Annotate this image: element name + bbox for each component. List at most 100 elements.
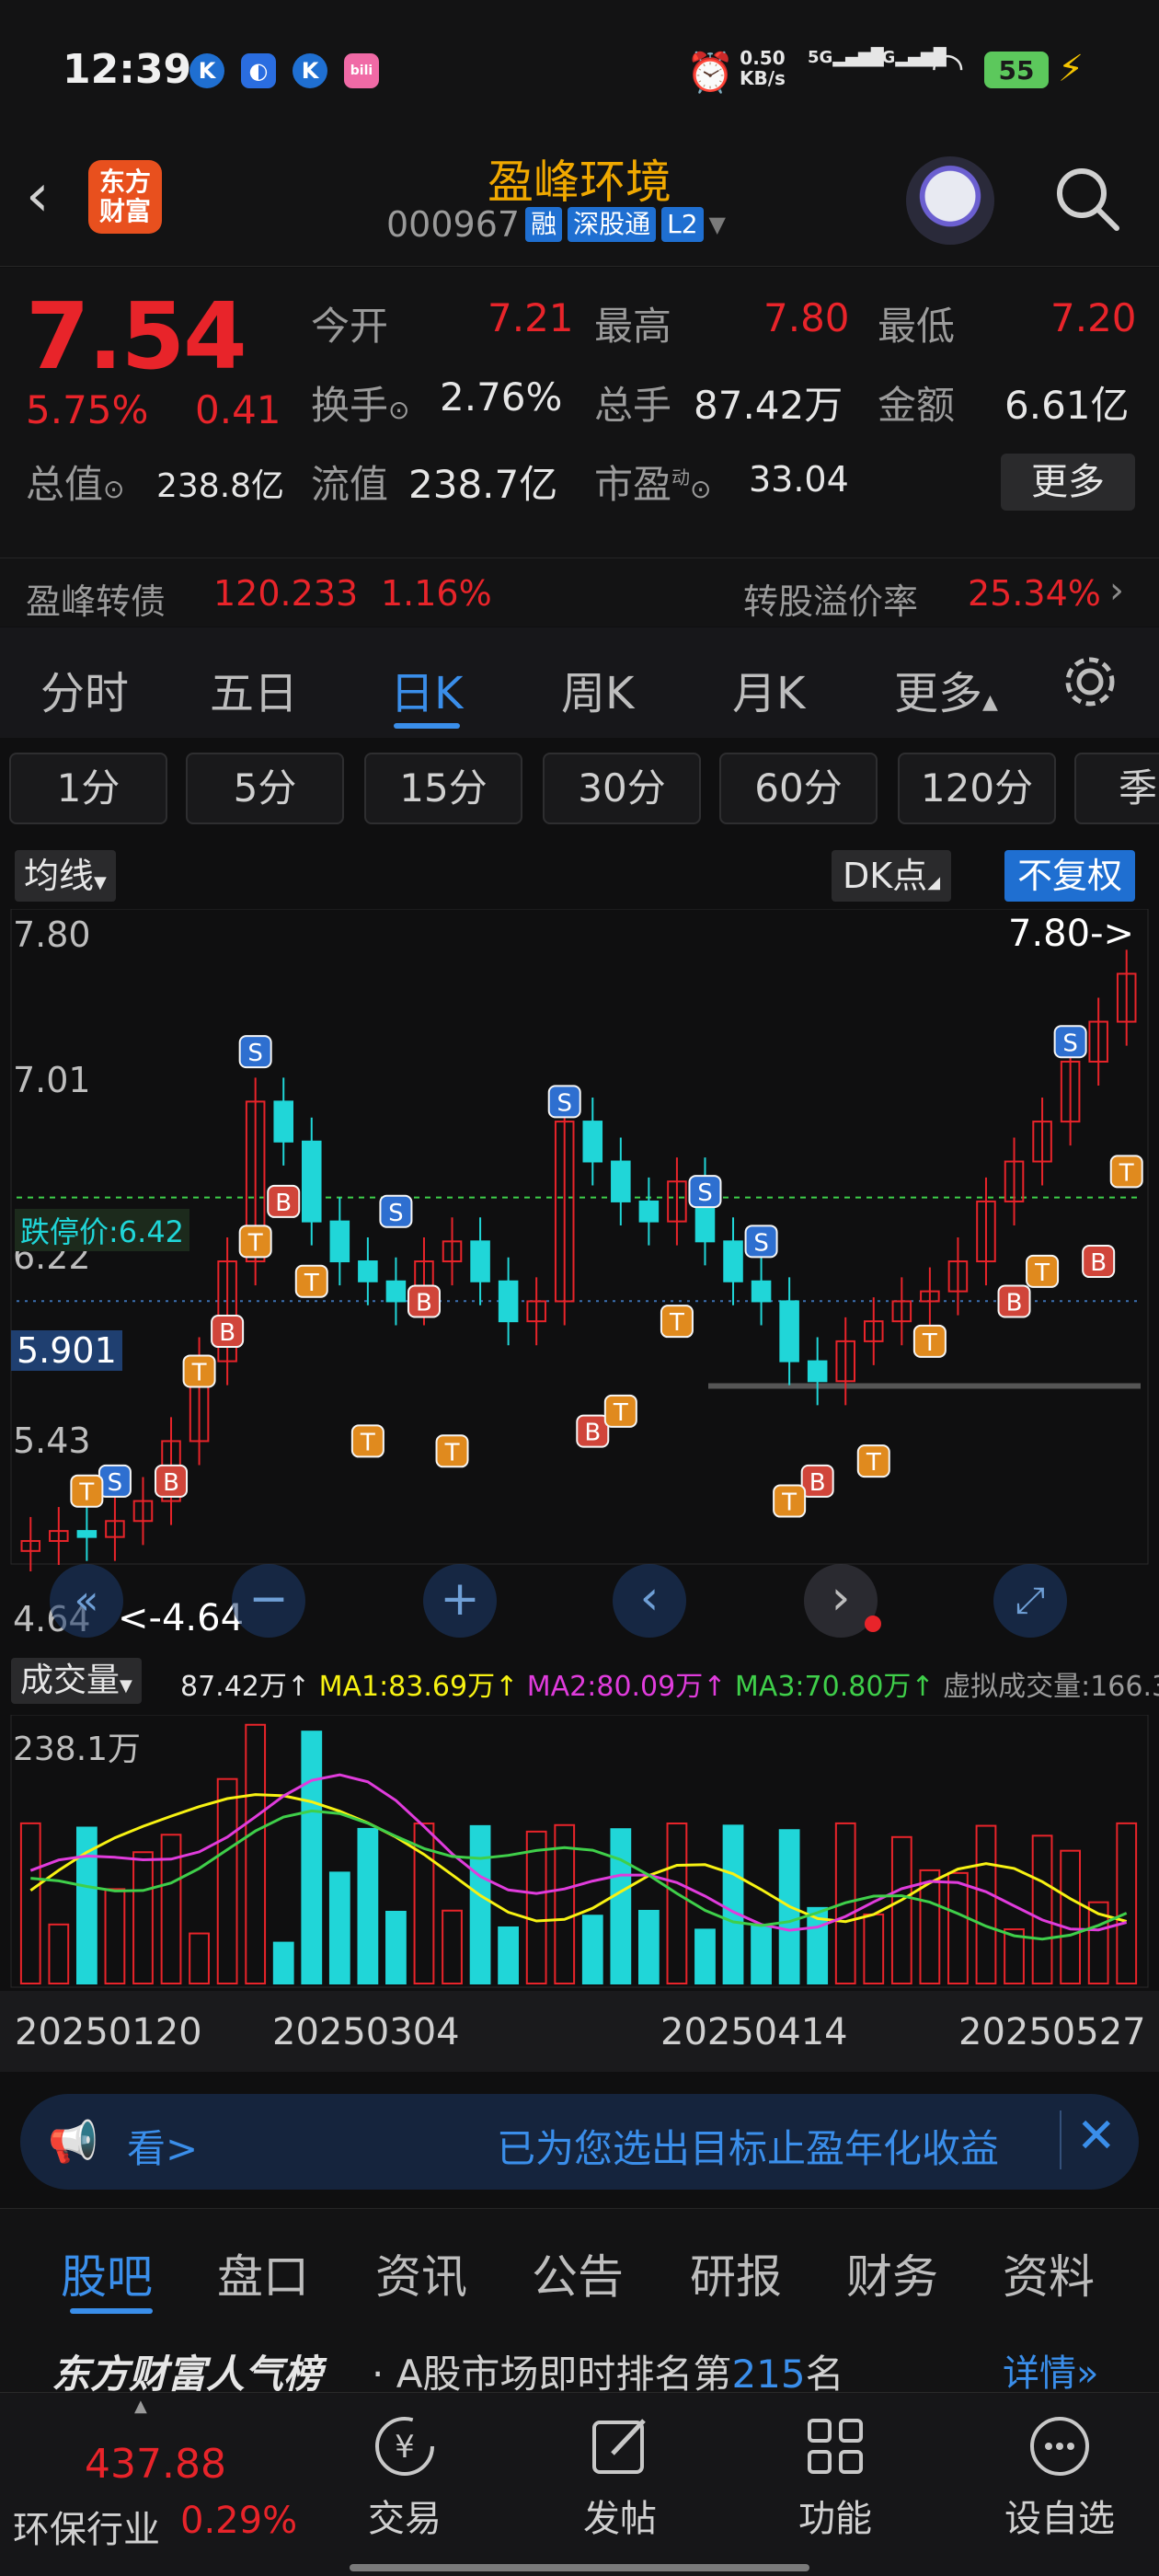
mktcap-label[interactable]: 总值⊙ — [26, 454, 124, 510]
high-value: 7.80 — [763, 295, 850, 340]
volume-bar — [722, 1824, 744, 1984]
ranking-text: · A股市场即时排名第215名 — [372, 2352, 844, 2397]
premium-label: 转股溢价率 — [743, 581, 919, 622]
tab-weekly-k[interactable]: 周K — [561, 657, 634, 721]
ma-dropdown[interactable]: 均线▼ — [15, 850, 116, 902]
candle — [301, 1140, 322, 1223]
ma3-legend: MA3:70.80万 — [734, 1671, 912, 1703]
candle — [807, 1360, 828, 1383]
edit-icon — [592, 2419, 646, 2474]
signal-marker-s: S — [98, 1464, 132, 1498]
stock-code-line[interactable]: 000967 融 深股通 L2 ▼ — [386, 204, 726, 245]
tab-news[interactable]: 资讯 — [375, 2240, 467, 2306]
dk-dropdown[interactable]: DK点◢ — [832, 850, 952, 902]
tab-60min[interactable]: 60分 — [719, 753, 878, 824]
convertible-bond-row[interactable]: 盈峰转债 120.233 1.16% 转股溢价率 25.34% › — [0, 558, 1159, 627]
candle — [498, 1280, 519, 1323]
gear-icon[interactable] — [1060, 651, 1120, 712]
fullscreen-icon[interactable]: ⤢ — [993, 1564, 1067, 1638]
svg-text:S: S — [697, 1179, 713, 1207]
tab-forum[interactable]: 股吧 — [61, 2240, 153, 2306]
signal-marker-t: T — [603, 1394, 637, 1428]
signal-marker-b: B — [576, 1414, 610, 1448]
more-button[interactable]: 更多 — [1001, 454, 1135, 511]
tab-15min[interactable]: 15分 — [364, 753, 522, 824]
signal-marker-s: S — [688, 1175, 722, 1209]
pe-label[interactable]: 市盈动⊙ — [594, 454, 711, 510]
tab-30min[interactable]: 30分 — [543, 753, 701, 824]
ranking-detail-link[interactable]: 详情» — [1003, 2343, 1098, 2397]
search-icon[interactable] — [1050, 162, 1124, 236]
wifi-icon: ◠ — [931, 44, 965, 89]
tab-more[interactable]: 更多▲ — [894, 657, 998, 721]
svg-text:T: T — [866, 1449, 881, 1477]
volume-panel[interactable]: 成交量▼ 87.42万↑ MA1:83.69万↑ MA2:80.09万↑ MA3… — [0, 1649, 1159, 2081]
tab-announcements[interactable]: 公告 — [532, 2240, 624, 2306]
tab-quarter[interactable]: 季 — [1074, 753, 1159, 824]
zoom-out-icon[interactable]: − — [232, 1564, 305, 1638]
tab-five-day[interactable]: 五日 — [210, 657, 298, 721]
nav-post[interactable]: 发帖 — [556, 2411, 684, 2542]
ma2-legend: MA2:80.09万 — [526, 1671, 704, 1703]
turnover-label[interactable]: 换手⊙ — [311, 374, 409, 431]
tab-5min[interactable]: 5分 — [186, 753, 344, 824]
volume-bar — [385, 1910, 407, 1984]
date-label-2: 20250414 — [660, 2011, 848, 2053]
signal-marker-t: T — [238, 1225, 272, 1259]
tab-1min[interactable]: 1分 — [9, 753, 167, 824]
candle — [611, 1160, 631, 1202]
zoom-in-icon[interactable]: + — [423, 1564, 497, 1638]
kline-chart[interactable]: 均线▼ DK点◢ 不复权 SSSSSSSBBBBBBBBTTTTTTTTTTTT… — [0, 839, 1159, 1649]
mktcap-value: 238.8亿 — [156, 467, 285, 505]
assistant-robot-icon[interactable] — [906, 156, 994, 245]
content-tabs: 股吧 盘口 资讯 公告 研报 财务 资料 — [0, 2208, 1159, 2323]
float-label: 流值 — [311, 462, 389, 507]
signal-marker-t: T — [294, 1264, 328, 1298]
volume-bar — [357, 1827, 379, 1984]
virtual-volume: 虚拟成交量:166.3万 — [943, 1671, 1159, 1703]
volume-bar — [1116, 1822, 1138, 1985]
tab-finance[interactable]: 财务 — [846, 2240, 938, 2306]
signal-marker-s: S — [379, 1194, 413, 1228]
sector-pct: 0.29% — [180, 2500, 298, 2542]
tab-monthly-k[interactable]: 月K — [732, 657, 805, 721]
dropdown-icon: ▼ — [708, 212, 726, 237]
svg-text:T: T — [1119, 1159, 1134, 1187]
close-icon[interactable]: ✕ — [1076, 2109, 1117, 2164]
tab-profile[interactable]: 资料 — [1003, 2240, 1095, 2306]
date-axis: 20250120 20250304 20250414 20250527 — [0, 1991, 1159, 2072]
volume-bar — [581, 1915, 603, 1984]
date-label-1: 20250304 — [272, 2011, 460, 2053]
adjust-button[interactable]: 不复权 — [1004, 850, 1136, 902]
nav-set-watchlist[interactable]: 设自选 — [986, 2411, 1133, 2542]
volume-value: 87.42万 — [694, 383, 843, 428]
tab-daily-k[interactable]: 日K — [390, 657, 463, 721]
volume-bar — [498, 1926, 520, 1985]
status-bar: 12:39 K ◐ K bili ⏰ 0.50 KB/s 5G▂▄▆█ 5G▂▄▆… — [0, 0, 1159, 138]
banner-look[interactable]: 看> — [127, 2118, 198, 2174]
candle — [751, 1280, 772, 1303]
signal-marker-t: T — [660, 1305, 694, 1339]
amount-label: 金额 — [878, 383, 956, 428]
low-value: 7.20 — [1050, 295, 1137, 340]
sector-name[interactable]: 环保行业 — [13, 2500, 160, 2553]
popularity-ranking[interactable]: 东方财富人气榜 · A股市场即时排名第215名 详情» — [0, 2323, 1159, 2397]
expand-up-icon[interactable]: ▲ — [134, 2397, 147, 2416]
volume-max-label: 238.1万 — [13, 1731, 142, 1768]
rewind-icon[interactable]: « — [50, 1564, 123, 1638]
scroll-left-icon[interactable]: ‹ — [613, 1564, 686, 1638]
volume-label: 总手 — [594, 383, 672, 428]
tab-120min[interactable]: 120分 — [898, 753, 1056, 824]
promo-banner[interactable]: 📢 看> 已为您选出目标止盈年化收益 ✕ — [20, 2094, 1139, 2190]
svg-text:¥: ¥ — [395, 2429, 415, 2466]
nav-trade[interactable]: ¥ 交易 — [340, 2411, 469, 2542]
tab-intraday[interactable]: 分时 — [40, 657, 129, 721]
signal-marker-s: S — [744, 1225, 778, 1259]
nav-functions[interactable]: 功能 — [771, 2411, 900, 2542]
volume-dropdown[interactable]: 成交量▼ — [11, 1658, 142, 1704]
tab-research[interactable]: 研报 — [690, 2240, 782, 2306]
signal-marker-b: B — [155, 1464, 189, 1498]
net-speed: 0.50 KB/s — [740, 47, 786, 89]
tab-orderbook[interactable]: 盘口 — [217, 2240, 309, 2306]
volume-bar — [301, 1731, 323, 1985]
